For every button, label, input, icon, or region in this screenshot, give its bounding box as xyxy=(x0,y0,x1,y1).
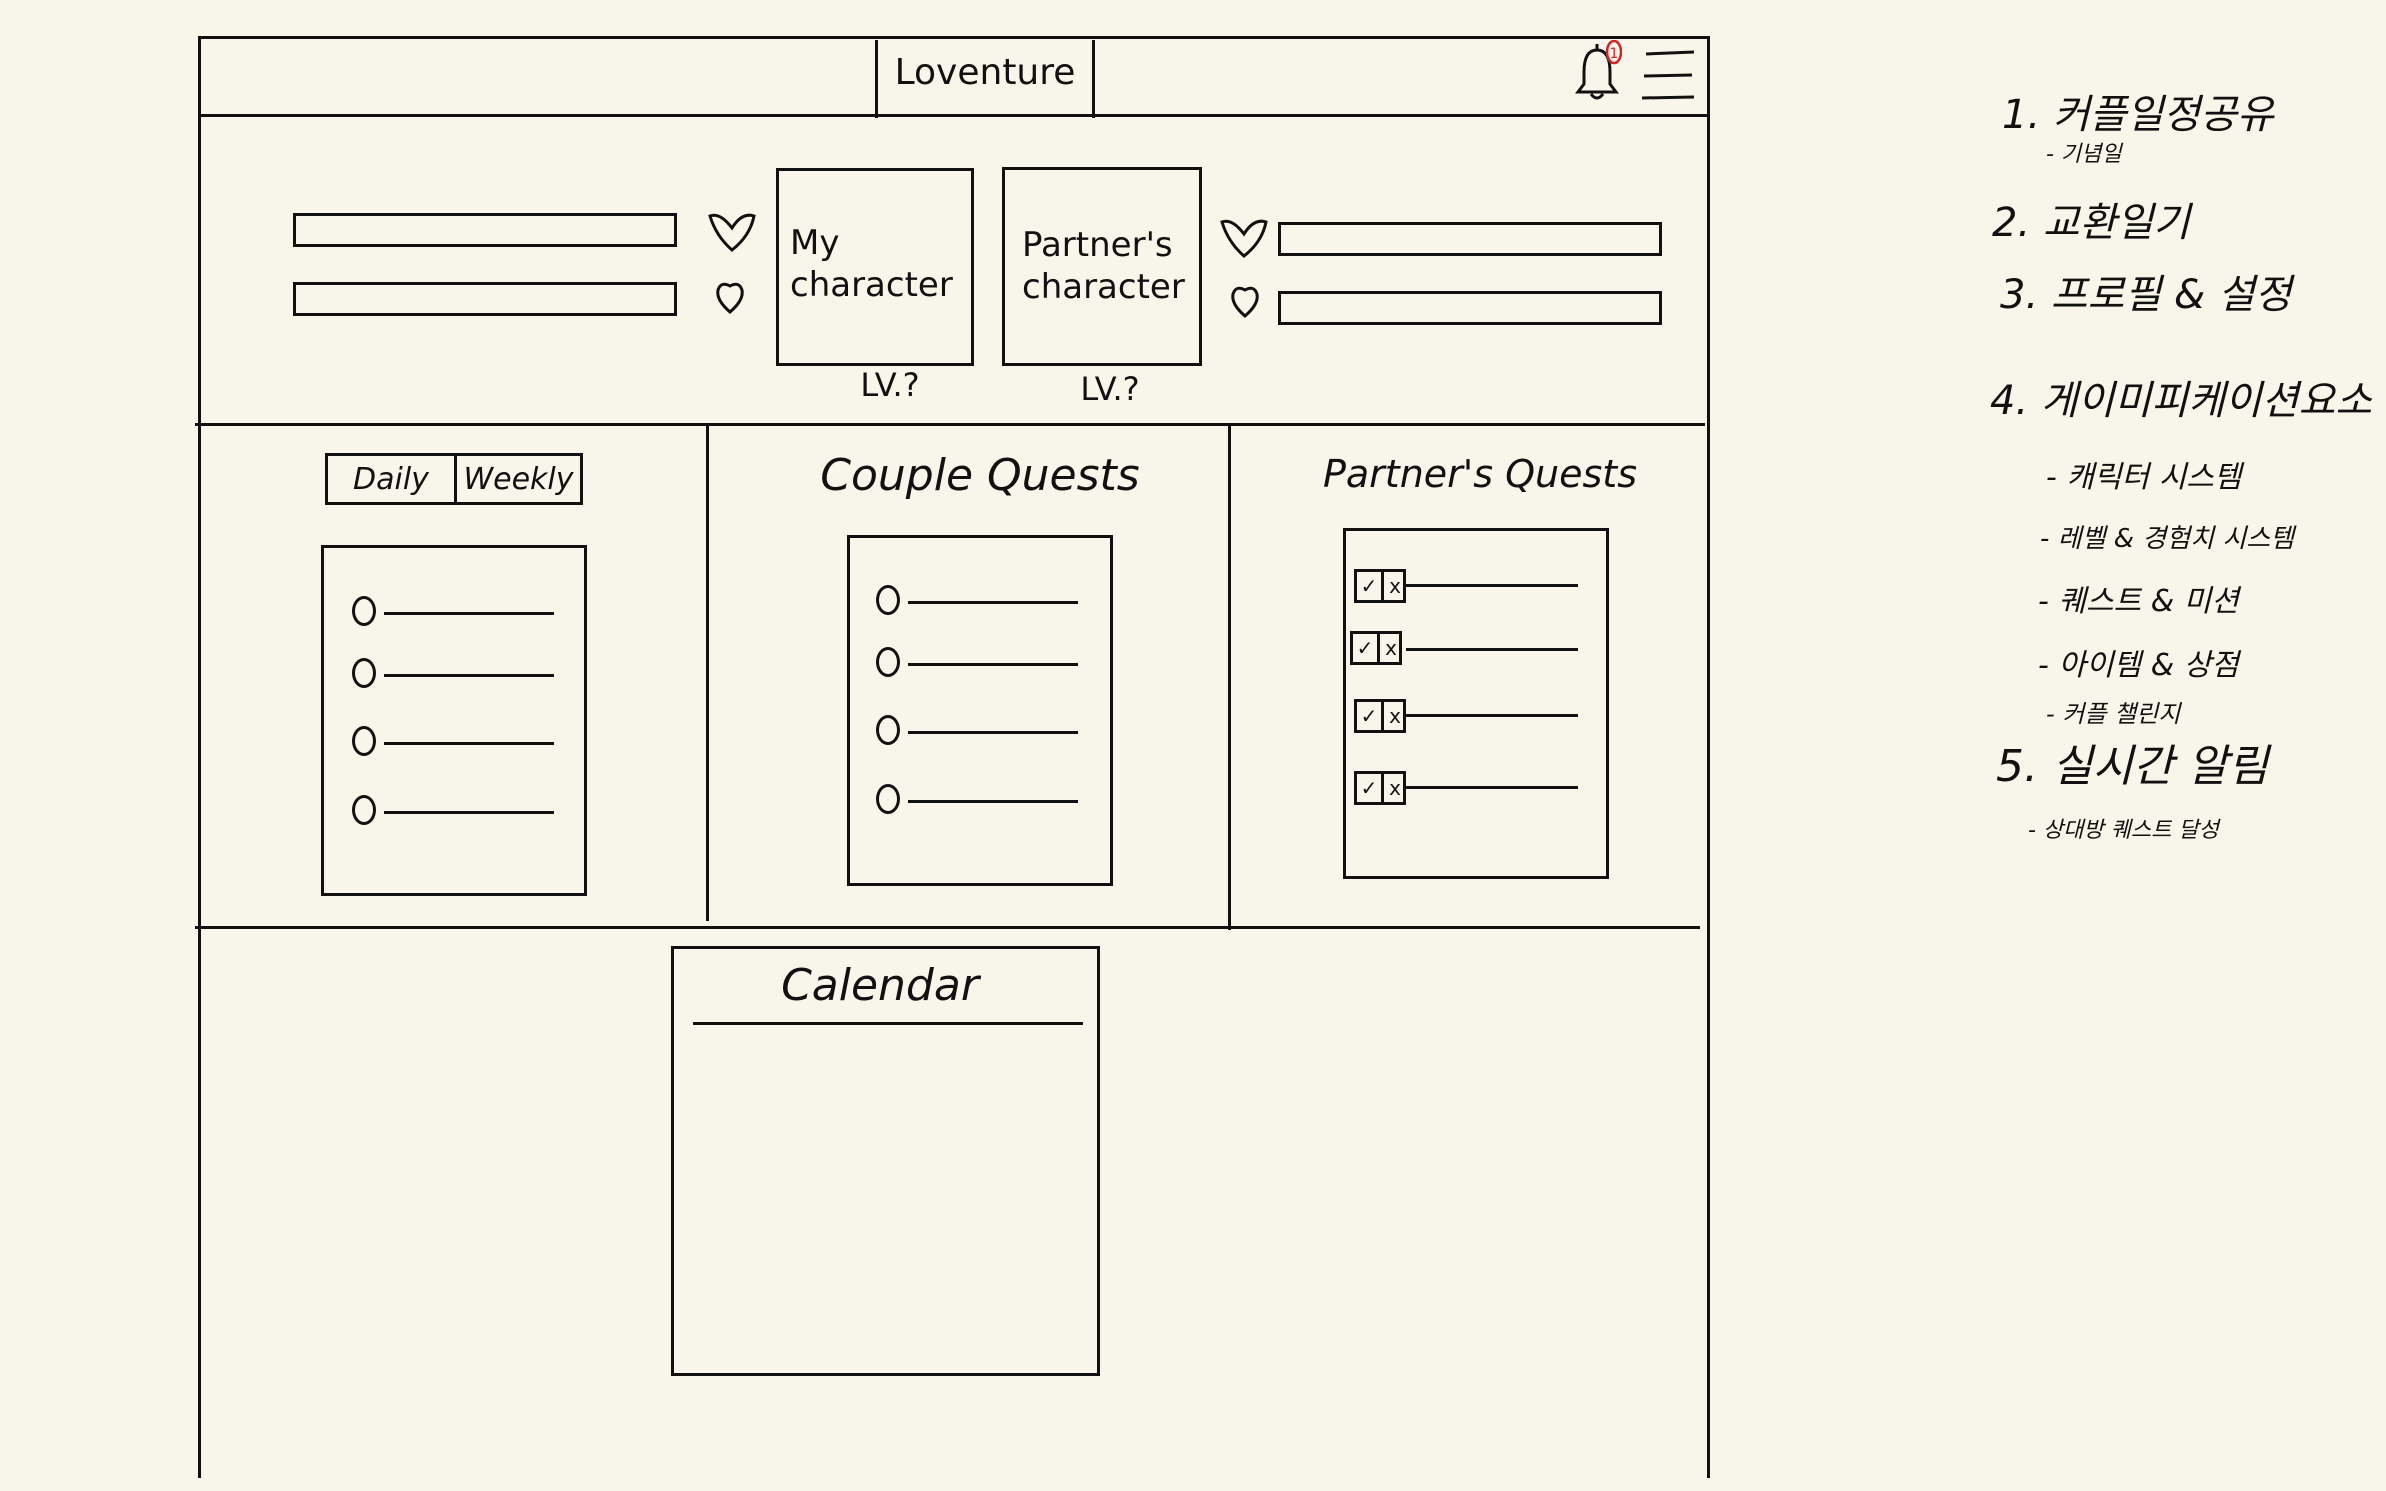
my-character-label-line1: My xyxy=(790,223,840,263)
calendar-title: Calendar xyxy=(781,960,979,1011)
partner-level: LV.? xyxy=(1080,370,1140,408)
partner-quest-list: ✓ x ✓ x ✓ x ✓ x xyxy=(1343,528,1609,879)
character-row-divider xyxy=(195,423,1705,426)
list-item[interactable]: ✓ x xyxy=(1354,699,1584,739)
small-heart-icon xyxy=(716,282,744,314)
my-exp-bar xyxy=(293,282,677,316)
x-icon[interactable]: x xyxy=(1383,702,1407,730)
quest-line xyxy=(908,731,1078,734)
note-1-sub: - 기념일 xyxy=(2046,142,2122,167)
partner-heart-icon xyxy=(1220,219,1268,258)
note-4-sub-4: - 아이템 & 상점 xyxy=(2038,648,2239,683)
partner-character-label-line2: character xyxy=(1022,267,1185,307)
quest-line xyxy=(1406,714,1578,717)
partners-quests-title: Partner's Quests xyxy=(1322,452,1637,496)
list-item[interactable] xyxy=(876,711,1091,751)
list-item[interactable]: ✓ x xyxy=(1354,569,1584,609)
list-item[interactable] xyxy=(352,722,567,762)
quest-checkbox[interactable] xyxy=(352,795,376,825)
list-item[interactable]: ✓ x xyxy=(1350,631,1584,671)
partner-character-label-line1: Partner's xyxy=(1022,225,1173,265)
quest-period-tabs: Daily Weekly xyxy=(325,453,583,505)
quest-checkbox[interactable] xyxy=(876,647,900,677)
note-5: 5. 실시간 알림 xyxy=(1996,741,2269,792)
quest-checkbox[interactable] xyxy=(876,585,900,615)
list-item[interactable] xyxy=(352,592,567,632)
couple-quest-list xyxy=(847,535,1113,886)
frame-right-border xyxy=(1707,36,1710,1478)
x-icon[interactable]: x xyxy=(1379,634,1403,662)
check-icon[interactable]: ✓ xyxy=(1357,572,1381,600)
note-2: 2. 교환일기 xyxy=(1992,200,2191,246)
note-4: 4. 게이미피케이션요소 xyxy=(1990,378,2373,424)
note-4-sub-5: - 커플 챌린지 xyxy=(2046,700,2181,728)
calendar-header-rule xyxy=(693,1022,1083,1025)
partner-character-label: Partner's character xyxy=(1022,224,1185,308)
tab-weekly[interactable]: Weekly xyxy=(457,456,580,502)
quest-line xyxy=(384,674,554,677)
quest-checkbox[interactable] xyxy=(876,784,900,814)
list-item[interactable] xyxy=(876,780,1091,820)
list-item[interactable] xyxy=(352,654,567,694)
approve-reject-toggle[interactable]: ✓ x xyxy=(1354,771,1406,805)
note-4-sub-2: - 레벨 & 경험치 시스템 xyxy=(2040,524,2295,554)
my-character-label: My character xyxy=(790,222,953,306)
note-3: 3. 프로필 & 설정 xyxy=(2000,272,2292,318)
partner-exp-bar xyxy=(1278,291,1662,325)
note-5-sub: - 상대방 퀘스트 달성 xyxy=(2028,818,2219,843)
tab-daily[interactable]: Daily xyxy=(328,456,457,502)
quest-column-divider-1 xyxy=(706,425,709,921)
quest-checkbox[interactable] xyxy=(352,596,376,626)
quest-line xyxy=(384,811,554,814)
quest-line xyxy=(1406,786,1578,789)
quest-column-divider-2 xyxy=(1228,425,1231,930)
quest-line xyxy=(908,663,1078,666)
list-item[interactable]: ✓ x xyxy=(1354,771,1584,811)
check-icon[interactable]: ✓ xyxy=(1357,702,1381,730)
app-title: Loventure xyxy=(894,52,1076,93)
quest-line xyxy=(908,800,1078,803)
quest-line xyxy=(1406,648,1578,651)
quest-checkbox[interactable] xyxy=(352,726,376,756)
notification-badge: 1 xyxy=(1610,46,1619,62)
note-1: 1. 커플일정공유 xyxy=(2002,92,2274,138)
couple-quests-title: Couple Quests xyxy=(820,450,1140,501)
list-item[interactable] xyxy=(876,643,1091,683)
quest-checkbox[interactable] xyxy=(352,658,376,688)
note-4-sub-1: - 캐릭터 시스템 xyxy=(2046,460,2242,495)
check-icon[interactable]: ✓ xyxy=(1353,634,1377,662)
quest-checkbox[interactable] xyxy=(876,715,900,745)
x-icon[interactable]: x xyxy=(1383,774,1407,802)
list-item[interactable] xyxy=(352,791,567,831)
bell-icon[interactable]: 1 xyxy=(1572,40,1622,104)
my-affection-bar xyxy=(293,213,677,247)
frame-top-border xyxy=(198,36,1710,39)
list-item[interactable] xyxy=(876,581,1091,621)
quest-line xyxy=(384,612,554,615)
quest-line xyxy=(1406,584,1578,587)
approve-reject-toggle[interactable]: ✓ x xyxy=(1350,631,1402,665)
my-character-label-line2: character xyxy=(790,265,953,305)
heart-icon xyxy=(708,213,756,252)
partner-small-heart-icon xyxy=(1231,286,1259,318)
daily-quest-list xyxy=(321,545,587,896)
quest-row-divider xyxy=(195,926,1700,929)
quest-line xyxy=(908,601,1078,604)
partner-affection-bar xyxy=(1278,222,1662,256)
note-4-sub-3: - 퀘스트 & 미션 xyxy=(2038,584,2239,619)
x-icon[interactable]: x xyxy=(1383,572,1407,600)
approve-reject-toggle[interactable]: ✓ x xyxy=(1354,569,1406,603)
frame-left-border xyxy=(198,36,201,1478)
approve-reject-toggle[interactable]: ✓ x xyxy=(1354,699,1406,733)
check-icon[interactable]: ✓ xyxy=(1357,774,1381,802)
quest-line xyxy=(384,742,554,745)
my-level: LV.? xyxy=(860,366,920,404)
hamburger-menu-icon[interactable] xyxy=(1640,50,1696,102)
